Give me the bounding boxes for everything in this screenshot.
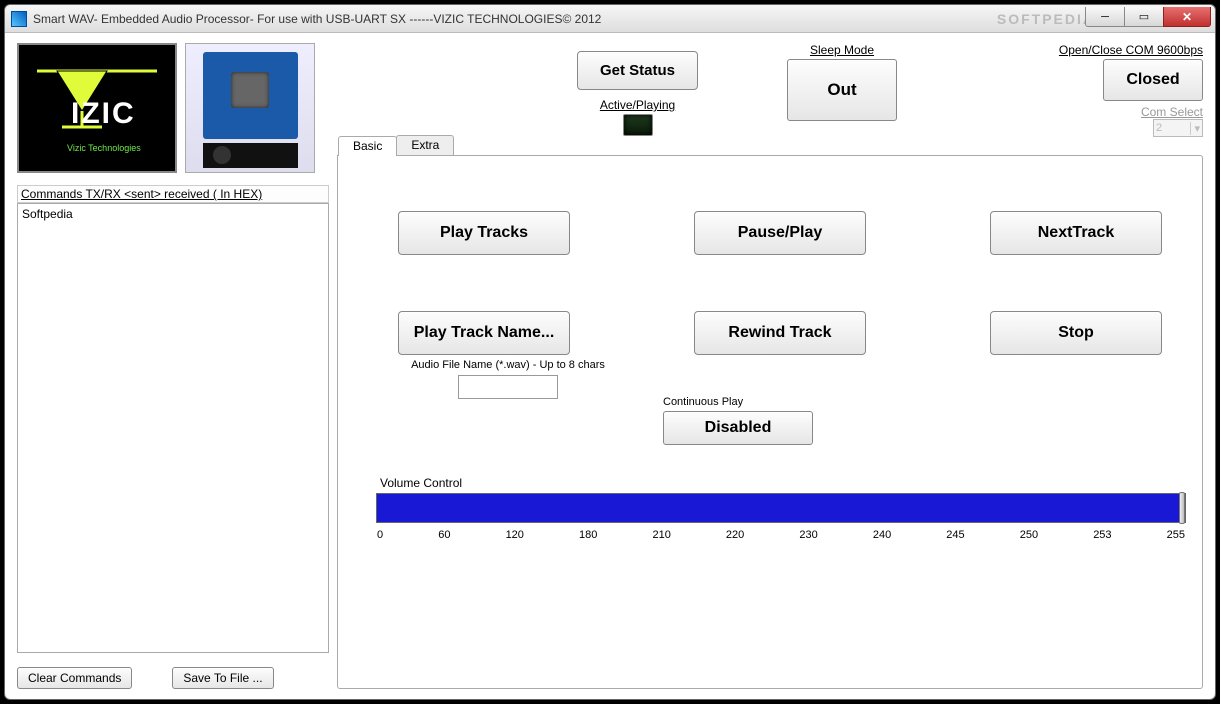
svg-text:IZIC: IZIC	[71, 97, 136, 130]
com-select-dropdown[interactable]: 2 ▾	[1153, 119, 1203, 137]
com-select-label: Com Select	[1141, 105, 1203, 119]
volume-tick: 180	[579, 529, 597, 541]
titlebar: Smart WAV- Embedded Audio Processor- For…	[5, 5, 1215, 33]
window-controls: ─ ▭ ✕	[1086, 7, 1211, 27]
sleep-mode-label: Sleep Mode	[810, 43, 874, 57]
watermark: SOFTPEDIA	[997, 5, 1095, 33]
volume-fill	[377, 494, 1179, 522]
get-status-button[interactable]: Get Status	[577, 51, 698, 90]
volume-tick: 60	[438, 529, 450, 541]
svg-text:Vizic Technologies: Vizic Technologies	[67, 143, 141, 153]
volume-tick: 240	[873, 529, 891, 541]
volume-tick: 230	[799, 529, 817, 541]
volume-ticks: 0 60 120 180 210 220 230 240 245 250 253 255	[376, 529, 1186, 541]
commands-textarea[interactable]: Softpedia	[17, 203, 329, 653]
save-to-file-button[interactable]: Save To File ...	[172, 667, 273, 689]
volume-tick: 245	[946, 529, 964, 541]
next-track-button[interactable]: NextTrack	[990, 211, 1162, 255]
volume-slider[interactable]	[376, 493, 1186, 523]
vizic-logo: IZIC Vizic Technologies	[17, 43, 177, 173]
rewind-track-button[interactable]: Rewind Track	[694, 311, 866, 355]
com-toggle-button[interactable]: Closed	[1103, 59, 1203, 101]
stop-button[interactable]: Stop	[990, 311, 1162, 355]
vizic-logo-svg: IZIC Vizic Technologies	[27, 53, 167, 163]
app-window: Smart WAV- Embedded Audio Processor- For…	[4, 4, 1216, 700]
window-title: Smart WAV- Embedded Audio Processor- For…	[33, 12, 601, 26]
filename-input[interactable]	[458, 375, 558, 399]
tab-extra[interactable]: Extra	[396, 135, 454, 155]
volume-tick: 253	[1093, 529, 1111, 541]
play-tracks-button[interactable]: Play Tracks	[398, 211, 570, 255]
volume-thumb[interactable]	[1179, 492, 1185, 524]
continuous-play-label: Continuous Play	[663, 396, 813, 408]
tab-basic[interactable]: Basic	[338, 136, 397, 156]
play-track-name-button[interactable]: Play Track Name...	[398, 311, 570, 355]
volume-tick: 220	[726, 529, 744, 541]
com-select-value: 2	[1156, 122, 1162, 134]
chevron-down-icon: ▾	[1190, 122, 1200, 135]
volume-label: Volume Control	[380, 476, 1186, 490]
commands-text: Softpedia	[22, 207, 73, 221]
active-playing-label: Active/Playing	[600, 98, 675, 112]
volume-tick: 250	[1020, 529, 1038, 541]
clear-commands-button[interactable]: Clear Commands	[17, 667, 132, 689]
board-image	[185, 43, 315, 173]
volume-tick: 255	[1167, 529, 1185, 541]
sleep-mode-button[interactable]: Out	[787, 59, 897, 121]
minimize-button[interactable]: ─	[1085, 7, 1125, 27]
maximize-button[interactable]: ▭	[1124, 7, 1164, 27]
continuous-play-button[interactable]: Disabled	[663, 411, 813, 445]
pause-play-button[interactable]: Pause/Play	[694, 211, 866, 255]
com-label: Open/Close COM 9600bps	[1059, 43, 1203, 57]
volume-tick: 210	[652, 529, 670, 541]
close-button[interactable]: ✕	[1163, 7, 1211, 27]
app-icon	[11, 11, 27, 27]
volume-tick: 0	[377, 529, 383, 541]
tab-panel: Basic Extra Play Tracks Pause/Play NextT…	[337, 155, 1203, 689]
active-led	[623, 114, 653, 136]
filename-label: Audio File Name (*.wav) - Up to 8 chars	[411, 359, 605, 371]
commands-label: Commands TX/RX <sent> received ( In HEX)	[17, 185, 329, 203]
volume-tick: 120	[506, 529, 524, 541]
